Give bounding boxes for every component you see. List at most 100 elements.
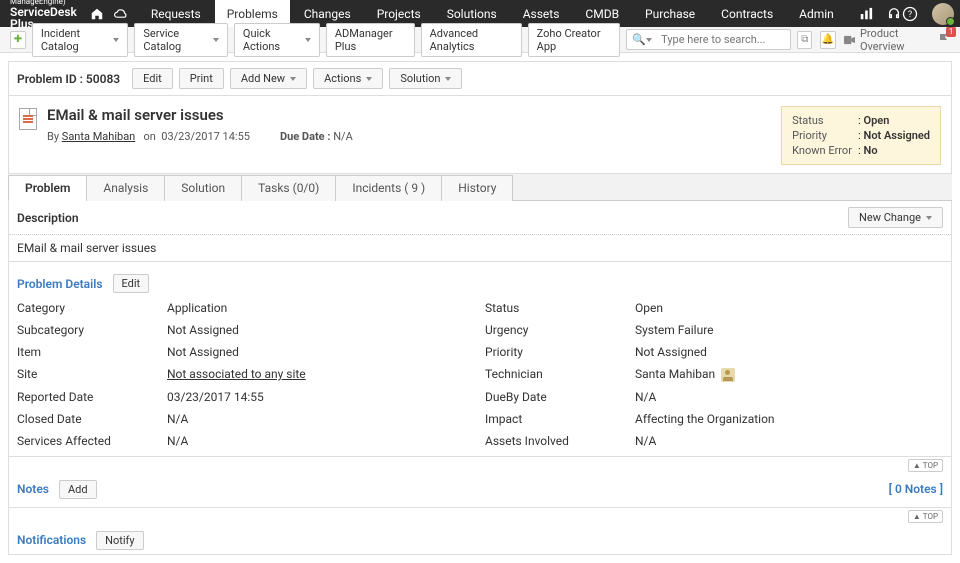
problem-details-section: Problem Details Edit CategoryApplication…	[8, 262, 952, 457]
detail-value: N/A	[635, 390, 943, 404]
chart-icon[interactable]	[858, 6, 874, 22]
detail-key: Impact	[485, 412, 625, 426]
tab-tasks-[interactable]: Tasks (0/0)	[241, 175, 336, 201]
product-overview-link[interactable]: Product Overview	[844, 27, 930, 53]
add-new-label: Add New	[241, 72, 285, 85]
bell-icon[interactable]: 🔔	[820, 31, 835, 49]
detail-key: Category	[17, 301, 157, 315]
edit-button[interactable]: Edit	[132, 68, 173, 89]
problem-id-label: Problem ID : 50083	[17, 72, 120, 86]
top-button-2[interactable]: ▲ TOP	[908, 510, 943, 523]
detail-value: N/A	[167, 412, 475, 426]
incident-catalog-label: Incident Catalog	[41, 27, 109, 53]
add-new-dropdown[interactable]: Add New	[230, 68, 307, 89]
top-row-2: ▲ TOP	[8, 508, 952, 523]
quick-actions-label: Quick Actions	[243, 27, 300, 53]
help-icon[interactable]: ?	[902, 6, 918, 22]
chevron-down-icon	[213, 38, 219, 42]
detail-value: Open	[635, 301, 943, 315]
user-avatar[interactable]	[932, 3, 954, 25]
add-note-button[interactable]: Add	[59, 480, 97, 499]
detail-value: N/A	[635, 434, 943, 448]
tab-incidents-[interactable]: Incidents ( 9 )	[335, 175, 442, 201]
nav-purchase[interactable]: Purchase	[633, 0, 707, 27]
tab-history[interactable]: History	[441, 175, 513, 201]
detail-value: Not Assigned	[167, 323, 475, 337]
details-grid: CategoryApplicationStatusOpenSubcategory…	[17, 301, 943, 448]
flag-icon[interactable]	[938, 33, 950, 47]
actions-label: Actions	[324, 72, 361, 85]
user-icon[interactable]	[721, 368, 735, 382]
by-label: By	[47, 130, 59, 143]
details-edit-button[interactable]: Edit	[113, 274, 150, 293]
created-date: 03/23/2017 14:55	[161, 130, 250, 143]
solution-dropdown[interactable]: Solution	[389, 68, 462, 89]
cloud-icon[interactable]	[113, 6, 129, 22]
top-button[interactable]: ▲ TOP	[908, 459, 943, 472]
detail-key: Urgency	[485, 323, 625, 337]
detail-value: Not associated to any site	[167, 367, 475, 382]
nav-contracts[interactable]: Contracts	[709, 0, 785, 27]
notes-count[interactable]: [ 0 Notes ]	[889, 482, 943, 496]
service-catalog-label: Service Catalog	[143, 27, 208, 53]
author-link[interactable]: Santa Mahiban	[62, 130, 135, 143]
chevron-down-icon	[926, 216, 932, 220]
notify-button[interactable]: Notify	[96, 531, 143, 550]
headset-icon[interactable]	[886, 6, 902, 22]
top-row: ▲ TOP	[8, 457, 952, 472]
detail-key: Services Affected	[17, 434, 157, 448]
detail-value: N/A	[167, 434, 475, 448]
chevron-down-icon	[366, 77, 372, 81]
actions-dropdown[interactable]: Actions	[313, 68, 383, 89]
action-bar: Problem ID : 50083 Edit Print Add New Ac…	[8, 61, 952, 96]
due-value: N/A	[333, 130, 353, 143]
analytics-button[interactable]: Advanced Analytics	[421, 23, 522, 57]
status-card: StatusOpenPriorityNot AssignedKnown Erro…	[781, 106, 941, 165]
admanager-button[interactable]: ADManager Plus	[326, 23, 415, 57]
chevron-down-icon	[445, 77, 451, 81]
service-catalog-dropdown[interactable]: Service Catalog	[134, 23, 228, 57]
tab-analysis[interactable]: Analysis	[86, 175, 165, 201]
quick-actions-dropdown[interactable]: Quick Actions	[234, 23, 320, 57]
detail-value: 03/23/2017 14:55	[167, 390, 475, 404]
search-box: 🔍	[626, 29, 791, 50]
new-icon[interactable]: ✚	[10, 31, 26, 49]
product-overview-label: Product Overview	[860, 27, 930, 53]
chevron-down-icon	[113, 38, 119, 42]
site-link[interactable]: Not associated to any site	[167, 367, 306, 381]
description-section: Description New Change EMail & mail serv…	[8, 201, 952, 262]
scan-icon[interactable]: ⧉	[797, 31, 812, 49]
tab-bar: ProblemAnalysisSolutionTasks (0/0)Incide…	[8, 174, 952, 201]
zoho-button[interactable]: Zoho Creator App	[528, 23, 621, 57]
new-change-dropdown[interactable]: New Change	[848, 207, 943, 228]
on-label: on	[143, 130, 155, 143]
notes-label: Notes	[17, 482, 49, 496]
status-val: Not Assigned	[858, 129, 930, 142]
problem-header: EMail & mail server issues By Santa Mahi…	[8, 96, 952, 174]
print-button[interactable]: Print	[179, 68, 224, 89]
status-val: Open	[858, 114, 889, 127]
chevron-down-icon	[290, 77, 296, 81]
tab-problem[interactable]: Problem	[8, 175, 87, 201]
detail-key: Reported Date	[17, 390, 157, 404]
solution-label: Solution	[400, 72, 440, 85]
detail-key: Site	[17, 367, 157, 382]
home-icon[interactable]	[89, 6, 105, 22]
detail-value: Not Assigned	[635, 345, 943, 359]
tab-solution[interactable]: Solution	[164, 175, 242, 201]
sub-toolbar: ✚ Incident Catalog Service Catalog Quick…	[0, 27, 960, 53]
description-body: EMail & mail server issues	[9, 235, 951, 261]
title-meta: EMail & mail server issues By Santa Mahi…	[47, 106, 353, 165]
detail-key: Subcategory	[17, 323, 157, 337]
incident-catalog-dropdown[interactable]: Incident Catalog	[32, 23, 129, 57]
detail-key: Status	[485, 301, 625, 315]
top-label-2: TOP	[923, 512, 938, 521]
problem-title: EMail & mail server issues	[47, 106, 353, 124]
nav-admin[interactable]: Admin	[787, 0, 846, 27]
chevron-down-icon[interactable]	[646, 38, 652, 42]
detail-key: Assets Involved	[485, 434, 625, 448]
notifications-label: Notifications	[17, 533, 86, 547]
chevron-down-icon	[305, 38, 311, 42]
search-icon[interactable]: 🔍	[632, 33, 646, 46]
notes-section: Notes Add [ 0 Notes ]	[8, 472, 952, 508]
